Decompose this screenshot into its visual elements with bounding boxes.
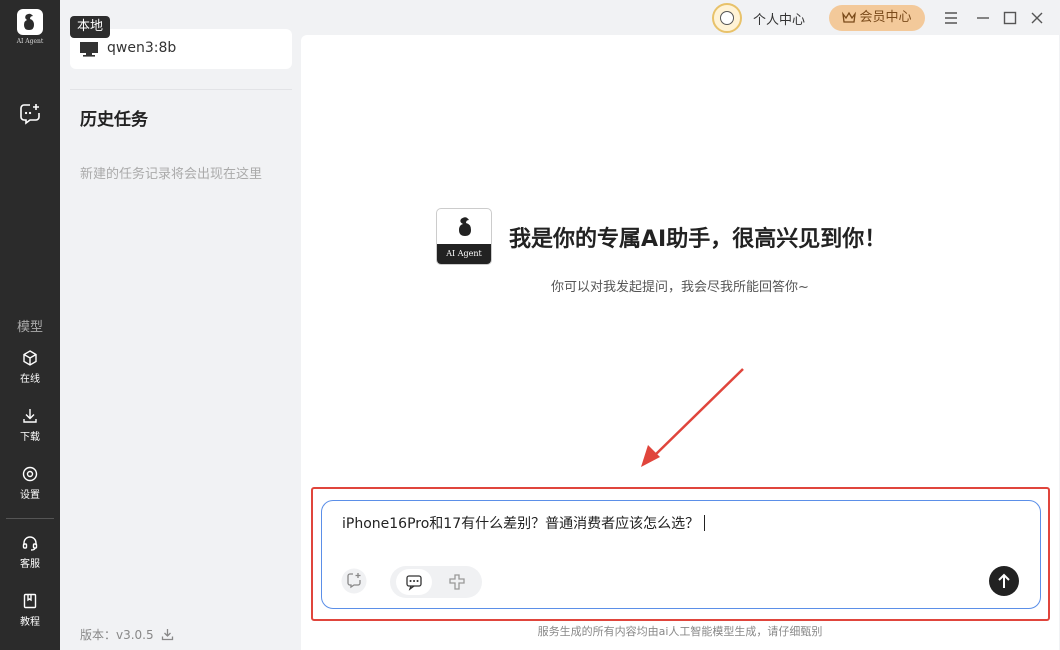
chat-mode-button[interactable] [396, 569, 432, 595]
version-text: 版本：v3.0.5 [80, 628, 154, 642]
nav-online-label: 在线 [20, 374, 40, 385]
welcome-logo: AI Agent [436, 208, 492, 265]
chat-bubble-icon [406, 575, 422, 591]
nav-online[interactable]: 在线 [0, 349, 60, 385]
book-icon [23, 593, 37, 609]
personal-center-link[interactable]: 个人中心 [753, 9, 805, 28]
close-icon[interactable] [1028, 9, 1046, 27]
left-rail: AI Agent 模型 在线 下载 设置 客服 教程 [0, 0, 60, 650]
download-icon [23, 409, 37, 423]
welcome-title: 我是你的专属AI助手，很高兴见到你！ [509, 227, 887, 252]
welcome-logo-text: AI Agent [437, 244, 491, 264]
vip-center-label: 会员中心 [859, 10, 912, 25]
hand-logo-icon [17, 9, 43, 35]
tool-toggle-group [390, 566, 482, 598]
user-avatar[interactable] [712, 3, 742, 33]
chat-input-value: iPhone16Pro和17有什么差别？普通消费者应该怎么选？ [342, 516, 700, 532]
rail-divider [6, 518, 54, 519]
history-panel: qwen3:8b 本地 历史任务 新建的任务记录将会出现在这里 版本：v3.0.… [60, 0, 301, 650]
crown-icon [842, 11, 857, 23]
menu-icon[interactable] [942, 9, 960, 27]
ai-disclaimer: 服务生成的所有内容均由ai人工智能模型生成，请仔细甄别 [537, 625, 823, 638]
title-bar: 个人中心 会员中心 [301, 0, 1060, 35]
maximize-icon[interactable] [1001, 9, 1019, 27]
welcome-subtitle: 你可以对我发起提问，我会尽我所能回答你~ [551, 280, 809, 295]
model-name: qwen3:8b [107, 40, 177, 56]
plugin-mode-button[interactable] [448, 573, 466, 595]
chat-input-field[interactable]: iPhone16Pro和17有什么差别？普通消费者应该怎么选？ [342, 513, 706, 533]
history-title: 历史任务 [80, 110, 148, 130]
panda-avatar-icon [720, 11, 734, 25]
chat-input-box[interactable]: iPhone16Pro和17有什么差别？普通消费者应该怎么选？ [321, 500, 1041, 609]
cube-icon [23, 350, 37, 366]
send-button[interactable] [989, 566, 1019, 596]
update-download-icon[interactable] [161, 628, 174, 644]
nav-download-label: 下载 [20, 432, 40, 443]
hand-logo-icon [459, 217, 471, 236]
nav-support[interactable]: 客服 [0, 534, 60, 570]
history-empty-text: 新建的任务记录将会出现在这里 [80, 167, 263, 182]
app-logo: AI Agent [10, 9, 50, 49]
new-topic-icon[interactable] [341, 568, 367, 598]
text-caret [704, 515, 706, 531]
app-logo-text: AI Agent [16, 38, 44, 45]
vip-center-button[interactable]: 会员中心 [829, 5, 925, 31]
monitor-icon [79, 41, 99, 61]
new-chat-icon[interactable] [18, 102, 42, 126]
gear-icon [22, 466, 38, 482]
minimize-icon[interactable] [974, 9, 992, 27]
version-info: 版本：v3.0.5 [80, 626, 174, 644]
arrow-up-icon [998, 573, 1010, 588]
nav-tutorial[interactable]: 教程 [0, 592, 60, 628]
puzzle-icon [449, 574, 465, 590]
chat-main: AI Agent 我是你的专属AI助手，很高兴见到你！ 你可以对我发起提问，我会… [301, 35, 1059, 650]
nav-tutorial-label: 教程 [20, 617, 40, 628]
history-divider [70, 89, 292, 90]
headset-icon [22, 536, 38, 551]
model-section-label: 模型 [16, 320, 43, 335]
nav-support-label: 客服 [20, 559, 40, 570]
nav-download[interactable]: 下载 [0, 407, 60, 443]
nav-settings[interactable]: 设置 [0, 465, 60, 501]
local-badge: 本地 [70, 16, 111, 38]
nav-settings-label: 设置 [20, 490, 40, 501]
